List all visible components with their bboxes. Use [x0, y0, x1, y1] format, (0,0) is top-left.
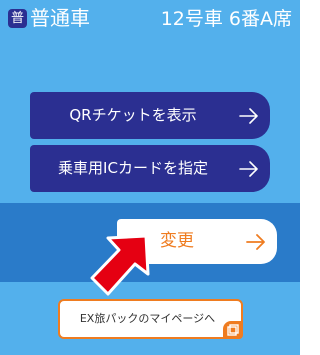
seat-header: 普 普通車 12号車 6番A席: [0, 0, 300, 36]
arrow-right-icon: [246, 234, 265, 250]
qr-ticket-button[interactable]: QRチケットを表示: [30, 92, 270, 139]
car-class-badge: 普: [8, 9, 27, 28]
reservation-detail-screen: 普 普通車 12号車 6番A席 QRチケットを表示 乗車用ICカードを指定 変更…: [0, 0, 300, 355]
car-class-label: 普通車: [30, 6, 90, 30]
ic-card-button[interactable]: 乗車用ICカードを指定: [30, 145, 270, 192]
external-window-icon: [223, 321, 243, 339]
qr-ticket-label: QRチケットを表示: [69, 106, 197, 124]
ex-mypage-button[interactable]: EX旅パックのマイページへ: [58, 299, 243, 339]
arrow-right-icon: [239, 161, 258, 177]
ex-mypage-label: EX旅パックのマイページへ: [79, 312, 216, 325]
seat-number: 12号車 6番A席: [160, 8, 292, 30]
ic-card-label: 乗車用ICカードを指定: [58, 159, 208, 177]
arrow-right-icon: [239, 108, 258, 124]
